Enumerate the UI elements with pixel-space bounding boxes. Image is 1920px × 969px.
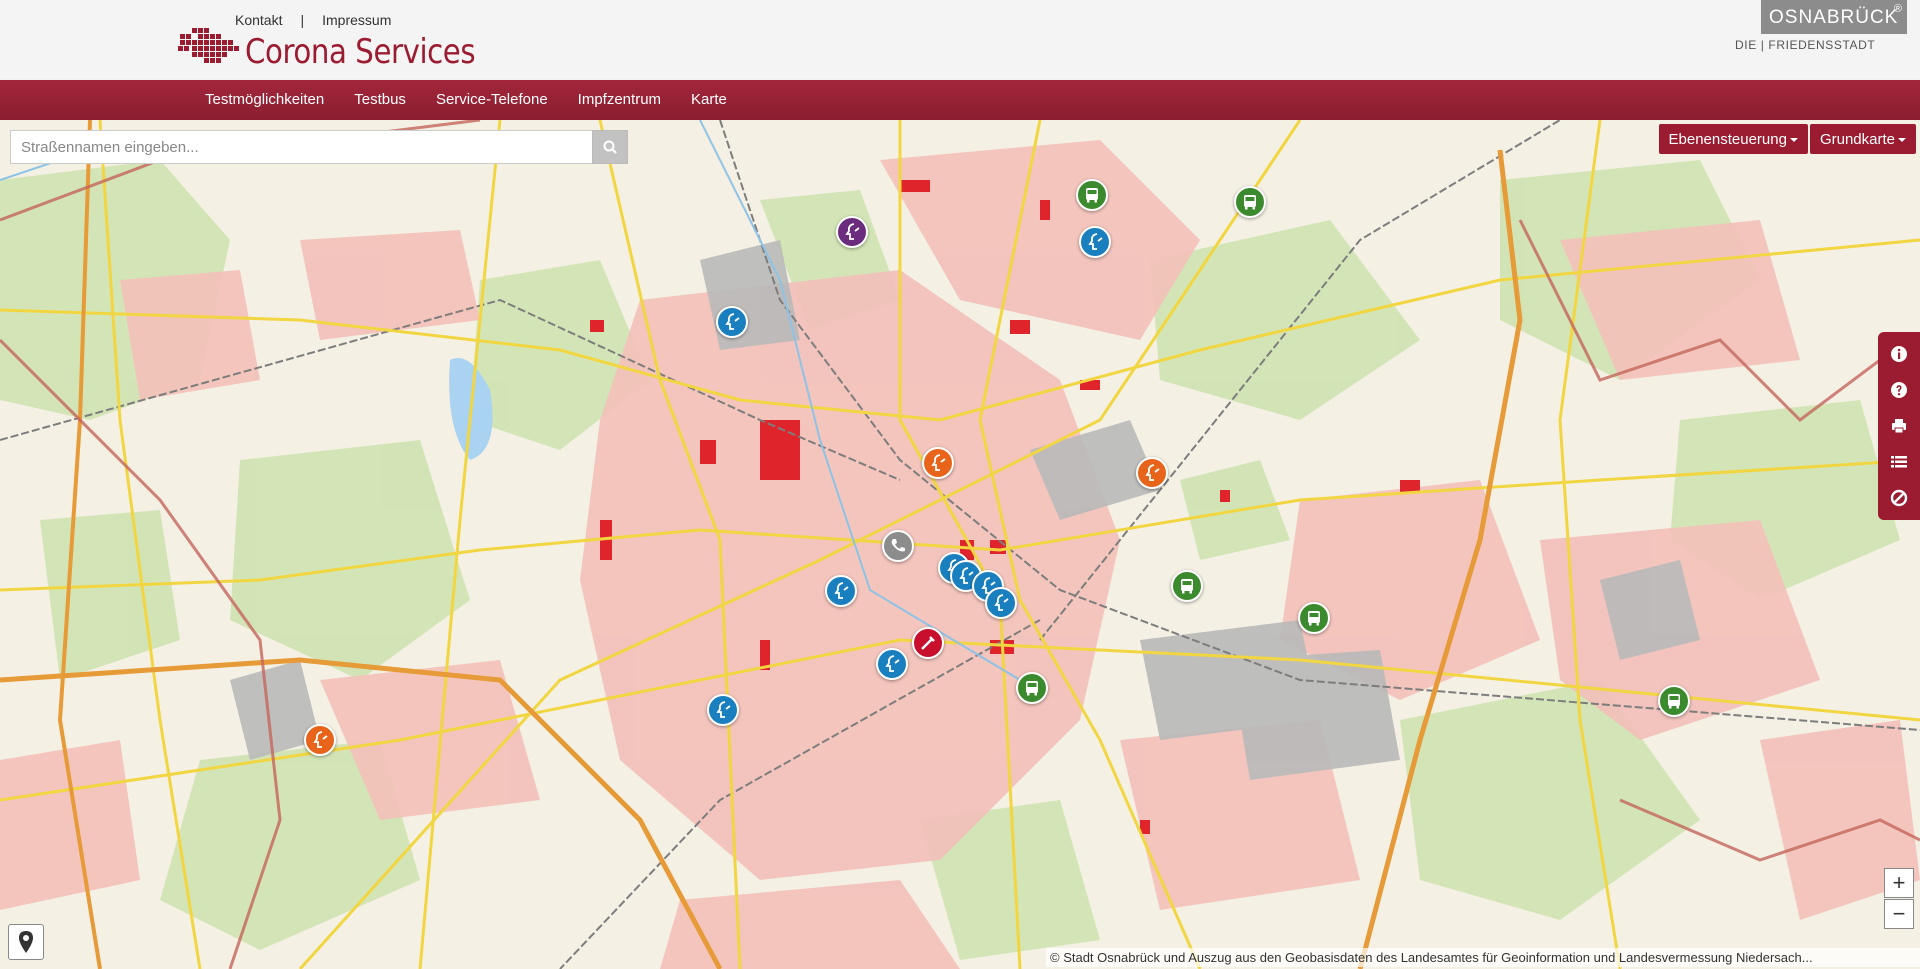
test-bus-marker[interactable] xyxy=(1076,179,1108,211)
test-bus-marker[interactable] xyxy=(1171,570,1203,602)
person-test-icon xyxy=(716,701,731,718)
search-icon xyxy=(603,140,617,154)
person-test-icon xyxy=(931,454,946,471)
person-test-icon xyxy=(313,731,328,748)
syringe-icon xyxy=(921,636,935,650)
street-search xyxy=(10,130,628,164)
service-phone-marker[interactable] xyxy=(882,530,914,562)
help-button[interactable] xyxy=(1878,372,1920,408)
person-test-icon xyxy=(725,313,740,330)
map-pin-icon xyxy=(19,931,33,953)
basemap-dropdown[interactable]: Grundkarte xyxy=(1809,124,1916,154)
nav-item-service-telefone[interactable]: Service-Telefone xyxy=(421,80,563,120)
bus-icon xyxy=(1244,195,1256,210)
test-bus-marker[interactable] xyxy=(1298,602,1330,634)
imprint-link[interactable]: Impressum xyxy=(322,12,391,28)
map-basemap xyxy=(0,120,1920,969)
bus-icon xyxy=(1086,188,1098,203)
nav-item-testmoeglichkeiten[interactable]: Testmöglichkeiten xyxy=(190,80,339,120)
printer-icon xyxy=(1892,419,1906,434)
info-icon xyxy=(1891,346,1907,362)
vaccination-center-marker[interactable] xyxy=(912,627,944,659)
list-icon xyxy=(1891,456,1907,468)
person-test-icon xyxy=(845,223,860,240)
person-test-icon xyxy=(994,594,1009,611)
question-icon xyxy=(1891,382,1907,398)
caret-down-icon xyxy=(1898,138,1906,143)
legend-button[interactable] xyxy=(1878,444,1920,480)
test-site-marker[interactable] xyxy=(707,694,739,726)
caret-down-icon xyxy=(1789,138,1798,143)
top-links: Kontakt | Impressum xyxy=(235,12,391,28)
locate-button[interactable] xyxy=(8,924,44,960)
zoom-out-button[interactable]: − xyxy=(1884,899,1914,929)
test-site-marker[interactable] xyxy=(1136,457,1168,489)
basemap-dropdown-label: Grundkarte xyxy=(1819,131,1895,148)
bus-icon xyxy=(1308,611,1320,626)
layers-dropdown[interactable]: Ebenensteuerung xyxy=(1658,124,1808,154)
clear-button[interactable] xyxy=(1878,480,1920,516)
search-button[interactable] xyxy=(592,130,628,164)
layer-controls: Ebenensteuerung Grundkarte xyxy=(1658,124,1916,154)
test-bus-marker[interactable] xyxy=(1658,685,1690,717)
test-site-marker[interactable] xyxy=(985,587,1017,619)
person-test-icon xyxy=(1145,464,1160,481)
map-attribution: © Stadt Osnabrück und Auszug aus den Geo… xyxy=(1046,948,1920,967)
test-site-marker[interactable] xyxy=(876,648,908,680)
print-button[interactable] xyxy=(1878,408,1920,444)
test-site-marker[interactable] xyxy=(304,724,336,756)
bus-icon xyxy=(1181,579,1193,594)
ban-icon xyxy=(1890,489,1908,507)
person-test-icon xyxy=(1088,233,1103,250)
main-navigation: Testmöglichkeiten Testbus Service-Telefo… xyxy=(0,80,1920,120)
city-slogan: DIE | FRIEDENSSTADT xyxy=(1735,38,1876,52)
test-site-marker[interactable] xyxy=(922,447,954,479)
city-logo-text: OSNABRÜCK xyxy=(1769,7,1899,28)
nav-item-impfzentrum[interactable]: Impfzentrum xyxy=(563,80,676,120)
person-test-icon xyxy=(834,582,849,599)
registered-mark: ® xyxy=(1893,3,1903,15)
phone-icon xyxy=(891,539,905,552)
site-title[interactable]: Corona Services xyxy=(245,32,476,72)
info-button[interactable] xyxy=(1878,336,1920,372)
bus-icon xyxy=(1668,694,1680,709)
test-site-marker[interactable] xyxy=(716,306,748,338)
osnabrueck-logo[interactable]: OSNABRÜCK ® xyxy=(1761,0,1907,34)
map-view[interactable]: Ebenensteuerung Grundkarte + − xyxy=(0,120,1920,969)
test-site-marker[interactable] xyxy=(836,216,868,248)
person-test-icon xyxy=(885,655,900,672)
street-search-input[interactable] xyxy=(10,130,592,164)
nav-item-karte[interactable]: Karte xyxy=(676,80,742,120)
zoom-in-button[interactable]: + xyxy=(1884,868,1914,898)
test-site-marker[interactable] xyxy=(825,575,857,607)
layers-dropdown-label: Ebenensteuerung xyxy=(1668,131,1787,148)
zoom-controls: + − xyxy=(1884,868,1914,929)
test-bus-marker[interactable] xyxy=(1234,186,1266,218)
link-separator: | xyxy=(300,12,305,28)
bus-icon xyxy=(1026,681,1038,696)
test-site-marker[interactable] xyxy=(1079,226,1111,258)
map-tools xyxy=(1878,332,1920,520)
nav-item-testbus[interactable]: Testbus xyxy=(339,80,421,120)
lower-saxony-map-logo[interactable] xyxy=(176,20,244,68)
page-header: Kontakt | Impressum Corona Services OSNA… xyxy=(0,0,1920,80)
test-bus-marker[interactable] xyxy=(1016,672,1048,704)
